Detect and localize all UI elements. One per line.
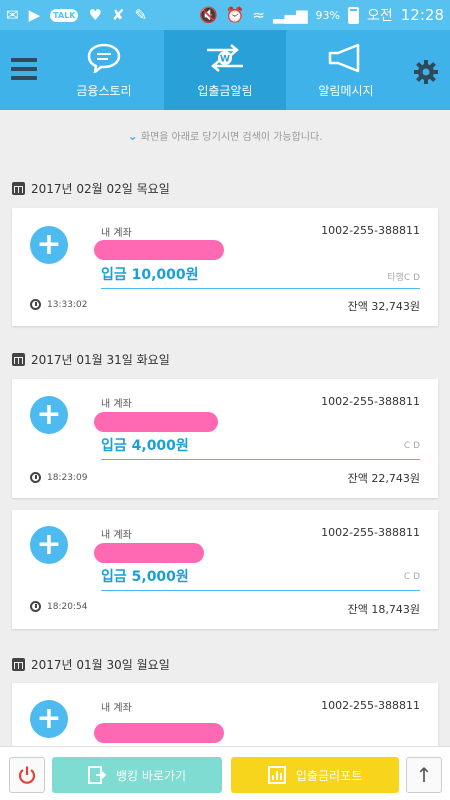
power-icon [18,766,36,784]
cleaner-icon: ✎ [134,5,148,24]
transaction-time: 18:23:09 [30,472,87,483]
balance: 잔액 18,743원 [347,603,420,616]
account-number: 1002-255-388811 [321,699,420,712]
status-bar: ✉ ▶ TALK ♥ ✘ ✎ 🔇 ⏰ ≈ ▂▄▆ 93% 오전 12:28 [0,0,450,30]
redaction-mark [94,723,224,743]
account-label: 내 계좌 [101,530,132,541]
divider [101,590,420,591]
transaction-time: 13:33:02 [30,299,87,310]
bank-name: C D [403,572,420,582]
status-system: 🔇 ⏰ ≈ ▂▄▆ 93% 오전 12:28 [199,5,444,25]
account-label: 내 계좌 [101,228,132,239]
clock-icon [30,299,41,310]
time-text: 18:20:54 [47,601,88,612]
bar-chart-icon [267,766,286,784]
menu-icon[interactable] [11,58,37,80]
date-text: 2017년 02월 02일 목요일 [31,182,170,196]
banking-exit-icon [87,766,106,784]
transaction-report-label: 입출금리포트 [295,768,363,783]
clock-time: 12:28 [400,6,444,24]
account-number: 1002-255-388811 [321,526,420,539]
calendar-icon [12,658,25,671]
wifi-icon: ≈ [252,5,265,24]
expand-plus-icon[interactable]: + [30,226,68,264]
mute-icon: 🔇 [198,5,218,24]
signal-icon: ▂▄▆ [272,5,308,24]
tab-transaction-alerts[interactable]: W 입출금알림 [164,30,286,110]
account-label: 내 계좌 [101,703,132,714]
hint-text: 화면을 아래로 당기시면 검색이 가능합니다. [140,132,323,143]
tab-label: 알림메시지 [318,83,374,98]
tab-label: 입출금알림 [197,83,253,98]
transaction-time: 18:20:54 [30,601,87,612]
bank-name: C D [403,441,420,451]
deposit-amount: 입금 4,000원 [101,438,189,454]
divider [101,288,420,289]
gear-icon[interactable] [414,60,438,84]
play-icon: ▶ [28,5,41,24]
arrow-up-icon: ↑ [415,763,433,787]
divider [101,459,420,460]
banking-shortcut-button[interactable]: 뱅킹 바로가기 [52,757,222,793]
speech-bubble-icon [87,42,121,74]
expand-plus-icon[interactable]: + [30,700,68,738]
clock-icon [30,472,41,483]
battery-icon [348,6,359,24]
expand-plus-icon[interactable]: + [30,526,68,564]
account-number: 1002-255-388811 [321,395,420,408]
message-icon: ✉ [6,5,19,24]
svg-text:W: W [220,54,230,64]
transaction-report-button[interactable]: 입출금리포트 [231,757,399,793]
account-number: 1002-255-388811 [321,224,420,237]
redaction-mark [94,240,224,260]
transaction-card[interactable]: + 내 계좌 1002-255-388811 입금 4,000원 C D 18:… [12,379,438,498]
balance: 잔액 22,743원 [347,472,420,485]
banking-shortcut-label: 뱅킹 바로가기 [115,768,187,783]
tab-alert-messages[interactable]: 알림메시지 [286,30,406,110]
chevron-down-icon: ⌄ [127,129,138,143]
bank-name: 타행C D [387,273,420,283]
app-icon: ✘ [111,5,125,24]
alarm-icon: ⏰ [225,5,245,24]
tab-financial-story[interactable]: 금융스토리 [44,30,164,110]
deposit-amount: 입금 5,000원 [101,569,189,585]
expand-plus-icon[interactable]: + [30,396,68,434]
calendar-icon [12,182,25,195]
pull-to-search-hint: ⌄ 화면을 아래로 당기시면 검색이 가능합니다. [0,128,450,143]
clock-ampm: 오전 [367,8,393,24]
redaction-mark [94,412,218,432]
redaction-mark [94,543,204,563]
clock-icon [30,601,41,612]
date-text: 2017년 01월 30일 월요일 [31,658,170,672]
account-label: 내 계좌 [101,399,132,410]
transaction-card[interactable]: + 내 계좌 1002-255-388811 입금 5,000원 C D 18:… [12,510,438,629]
calendar-icon [12,353,25,366]
heart-icon: ♥ [88,5,102,24]
transaction-card[interactable]: + 내 계좌 1002-255-388811 입금 10,000원 타행C D … [12,208,438,326]
date-header: 2017년 01월 31일 화요일 [12,351,170,368]
time-text: 18:23:09 [47,472,88,483]
kakaotalk-icon: TALK [50,8,79,22]
status-notifications: ✉ ▶ TALK ♥ ✘ ✎ [6,5,148,24]
date-header: 2017년 01월 30일 월요일 [12,656,170,673]
top-nav: 금융스토리 W 입출금알림 알림메시지 [0,30,450,110]
tab-label: 금융스토리 [76,83,132,98]
battery-percent: 93% [315,8,340,22]
time-text: 13:33:02 [47,299,88,310]
date-text: 2017년 01월 31일 화요일 [31,353,170,367]
balance: 잔액 32,743원 [347,300,420,313]
megaphone-icon [326,42,366,74]
transfer-icon: W [203,42,247,74]
deposit-amount: 입금 10,000원 [101,267,199,283]
scroll-to-top-button[interactable]: ↑ [406,757,442,793]
bottom-bar: 뱅킹 바로가기 입출금리포트 ↑ [0,746,450,800]
power-button[interactable] [9,757,45,793]
date-header: 2017년 02월 02일 목요일 [12,180,170,197]
